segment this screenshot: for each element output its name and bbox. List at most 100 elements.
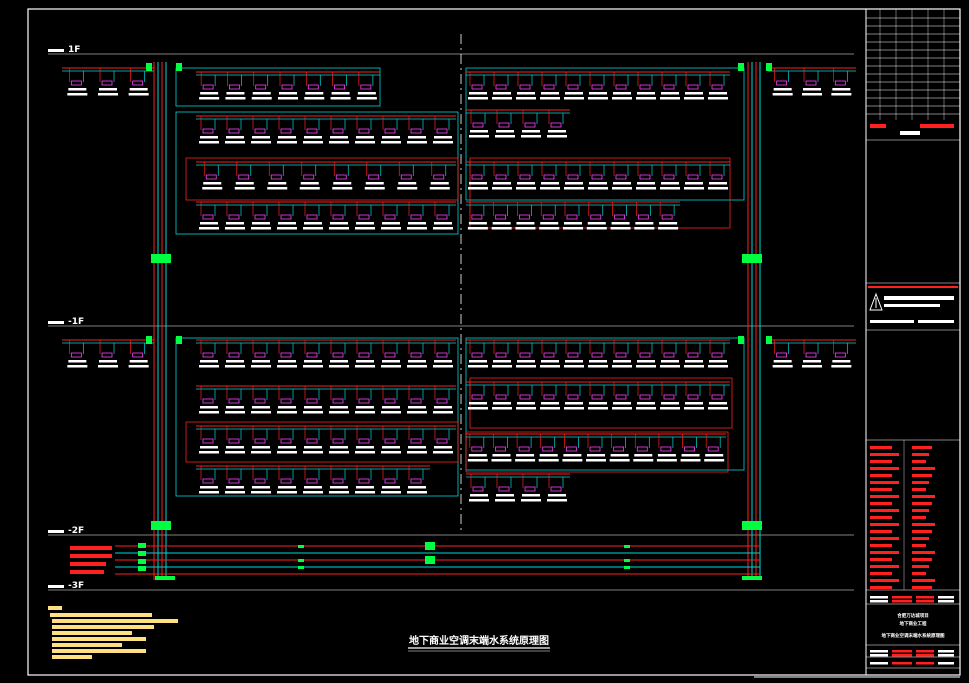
fan-coil-unit xyxy=(381,116,401,144)
fcu-tag-line-2 xyxy=(802,93,822,96)
fcu-body xyxy=(711,174,723,180)
fan-coil-unit xyxy=(588,72,608,100)
fcu-tag-line-1 xyxy=(200,222,218,225)
fcu-tag-line-1 xyxy=(522,494,540,497)
sign-entry xyxy=(870,662,888,665)
fcu-body xyxy=(280,128,292,134)
fan-coil-unit xyxy=(429,162,450,190)
fan-coil-unit xyxy=(684,162,704,190)
fcu-tag-line-2 xyxy=(660,187,680,190)
fcu-tag-line-1 xyxy=(773,360,792,363)
fcu-tag-line-2 xyxy=(364,187,385,190)
fcu-tag-line-2 xyxy=(772,365,793,368)
fcu-body xyxy=(228,398,240,404)
fan-coil-unit xyxy=(660,162,680,190)
fcu-tag-line-1 xyxy=(200,486,218,489)
revision-entry xyxy=(912,572,926,575)
revision-entry xyxy=(870,586,892,589)
fcu-tag-line-1 xyxy=(129,360,148,363)
fcu-tag-line-1 xyxy=(226,222,244,225)
fcu-tag-line-2 xyxy=(547,135,567,138)
fcu-tag-line-2 xyxy=(586,459,606,462)
sign-entry xyxy=(938,654,954,657)
fcu-body xyxy=(519,214,530,220)
fcu-body xyxy=(410,352,422,358)
fcu-body xyxy=(639,352,651,358)
revision-entry xyxy=(912,481,929,484)
fcu-body xyxy=(280,438,292,444)
fcu-body xyxy=(615,84,627,90)
fcu-tag-line-1 xyxy=(587,222,606,225)
fan-coil-unit xyxy=(708,382,728,410)
fcu-body xyxy=(228,352,240,358)
fan-coil-unit xyxy=(407,386,427,414)
fcu-body xyxy=(472,486,484,492)
fcu-body xyxy=(132,80,144,86)
fcu-tag-line-2 xyxy=(588,365,608,368)
fan-coil-unit xyxy=(539,202,560,230)
fcu-body xyxy=(202,438,214,444)
fcu-tag-line-1 xyxy=(330,136,348,139)
fcu-body xyxy=(358,214,370,220)
fcu-body xyxy=(567,394,579,400)
fcu-body xyxy=(410,478,422,484)
fcu-tag-line-2 xyxy=(831,93,852,96)
fcu-tag-line-2 xyxy=(433,141,453,144)
branch-pipe-loops xyxy=(175,67,745,497)
fcu-tag-line-2 xyxy=(277,365,297,368)
revision-entry xyxy=(870,488,892,491)
fcu-tag-line-1 xyxy=(331,92,350,95)
fcu-body xyxy=(280,478,292,484)
fcu-body xyxy=(410,438,422,444)
fcu-tag-line-2 xyxy=(516,97,536,100)
fan-coil-unit xyxy=(355,340,375,368)
fcu-body xyxy=(524,122,536,128)
fcu-tag-line-1 xyxy=(522,130,540,133)
fan-coil-unit xyxy=(303,202,323,230)
fan-coil-unit xyxy=(199,386,219,414)
fan-coil-unit xyxy=(381,340,401,368)
fcu-tag-line-2 xyxy=(540,187,560,190)
revision-entry xyxy=(912,537,929,540)
fcu-body xyxy=(591,352,603,358)
fcu-body xyxy=(410,398,422,404)
fcu-tag-line-2 xyxy=(492,365,512,368)
fcu-tag-line-1 xyxy=(200,92,219,95)
fcu-tag-line-1 xyxy=(365,182,384,185)
fan-coil-unit xyxy=(199,466,219,494)
fcu-tag-line-2 xyxy=(563,227,583,230)
fan-coil-unit xyxy=(469,110,489,138)
fan-coil-unit xyxy=(521,474,541,502)
fcu-body xyxy=(543,394,555,400)
fcu-tag-line-2 xyxy=(304,97,325,100)
fcu-tag-line-2 xyxy=(540,407,560,410)
fcu-tag-line-1 xyxy=(540,222,559,225)
revision-entry xyxy=(870,460,892,463)
fcu-tag-line-2 xyxy=(407,365,427,368)
fcu-tag-line-2 xyxy=(660,97,680,100)
fan-coil-unit xyxy=(277,466,297,494)
fcu-body xyxy=(663,394,675,400)
fan-coil-unit xyxy=(491,202,512,230)
fcu-tag-line-1 xyxy=(330,222,348,225)
fan-coil-unit xyxy=(540,162,560,190)
fcu-body xyxy=(334,84,345,90)
fcu-tag-line-1 xyxy=(382,486,400,489)
fcu-tag-line-2 xyxy=(680,459,701,462)
fan-coil-unit xyxy=(202,162,223,190)
fan-coil-unit xyxy=(98,340,118,368)
fcu-tag-line-1 xyxy=(356,136,374,139)
fcu-tag-line-1 xyxy=(226,486,244,489)
fcu-body xyxy=(834,80,846,86)
fcu-tag-line-1 xyxy=(200,360,218,363)
fcu-body xyxy=(471,394,483,400)
fcu-tag-line-2 xyxy=(67,93,88,96)
fan-coil-unit xyxy=(468,162,488,190)
fcu-tag-line-1 xyxy=(252,446,270,449)
revision-entry xyxy=(870,523,899,526)
fcu-body xyxy=(436,398,448,404)
fcu-tag-line-2 xyxy=(516,407,536,410)
fcu-body xyxy=(202,214,214,220)
fcu-tag-line-1 xyxy=(541,402,559,405)
fcu-tag-line-2 xyxy=(251,491,271,494)
